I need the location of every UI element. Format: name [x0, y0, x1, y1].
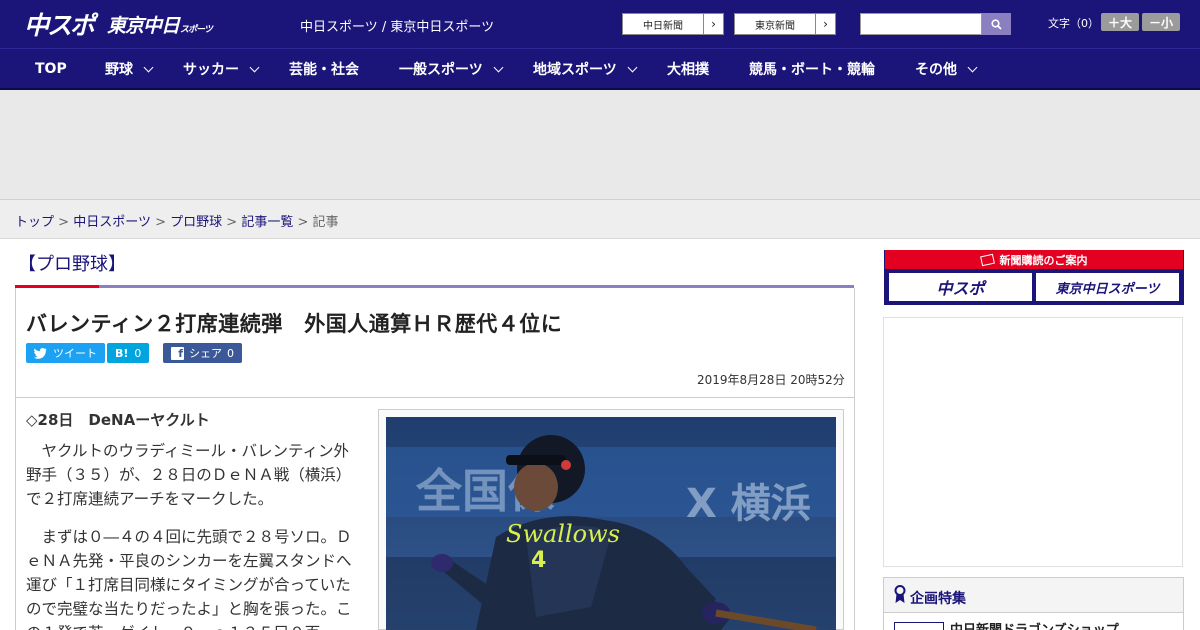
ribbon-award-icon — [894, 585, 906, 603]
chevron-down-icon — [627, 62, 638, 72]
feature-item-label[interactable]: 中日新聞ドラゴンズショップ — [950, 619, 1119, 630]
subscribe-tokyo-chunichi-button[interactable]: 東京中日スポーツ — [1036, 273, 1179, 301]
breadcrumb: トップ > 中日スポーツ > プロ野球 > 記事一覧 > 記事 — [15, 215, 339, 230]
chevron-right-icon: › — [815, 14, 835, 34]
nav-general-sports[interactable]: 一般スポーツ — [399, 49, 504, 89]
article-headline: バレンティン２打席連続弾 外国人通算ＨＲ歴代４位に — [26, 312, 563, 336]
nav-sumo[interactable]: 大相撲 — [667, 49, 709, 89]
nav-entertainment[interactable]: 芸能・社会 — [289, 49, 359, 89]
chunichi-shimbun-button[interactable]: 中日新聞 › — [622, 13, 724, 35]
hatena-bookmark-button[interactable]: B! 0 — [107, 343, 150, 363]
chevron-down-icon — [967, 62, 978, 72]
breadcrumb-home[interactable]: トップ — [15, 215, 54, 230]
nav-soccer[interactable]: サッカー — [183, 49, 260, 89]
site-links[interactable]: 中日スポーツ / 東京中日スポーツ — [300, 16, 494, 35]
chevron-down-icon — [249, 62, 260, 72]
facebook-icon: f — [171, 346, 184, 360]
hatena-count: 0 — [134, 346, 142, 360]
search-button[interactable] — [982, 13, 1011, 35]
batter-photo-illustration: 全国保 X 横浜 Swallows 4 — [386, 417, 836, 630]
facebook-share-button[interactable]: f シェア 0 — [163, 343, 242, 363]
breadcrumb-article-list[interactable]: 記事一覧 — [241, 215, 293, 230]
subscription-title: 新聞購読のご案内 — [885, 250, 1183, 269]
facebook-count: 0 — [227, 346, 234, 360]
breadcrumb-pro-baseball[interactable]: プロ野球 — [170, 215, 222, 230]
breadcrumb-current: 記事 — [312, 215, 339, 230]
article-photo[interactable]: 全国保 X 横浜 Swallows 4 — [386, 417, 836, 630]
font-size-label: 文字（0） — [1048, 17, 1099, 30]
breadcrumb-chunichi-sports[interactable]: 中日スポーツ — [73, 215, 151, 230]
site-logo[interactable]: 中スポ 東京中日スポーツ — [24, 8, 213, 40]
game-title: ◇28日 DeNAーヤクルト — [26, 411, 210, 429]
feature-item-thumbnail — [894, 622, 944, 630]
search-icon — [991, 18, 1002, 30]
font-larger-button[interactable]: ＋大 — [1101, 13, 1139, 31]
svg-text:X 横浜: X 横浜 — [686, 481, 811, 527]
article-paragraph: ヤクルトのウラディミール・バレンティン外野手（３５）が、２８日のＤｅＮＡ戦（横浜… — [26, 442, 352, 508]
nav-local-sports[interactable]: 地域スポーツ — [533, 49, 638, 89]
chevron-down-icon — [493, 62, 504, 72]
twitter-bird-icon — [34, 347, 47, 359]
search-input[interactable] — [860, 13, 982, 35]
nav-baseball[interactable]: 野球 — [105, 49, 154, 89]
top-ad-area — [0, 90, 1200, 200]
breadcrumb-bar: トップ > 中日スポーツ > プロ野球 > 記事一覧 > 記事 — [0, 200, 1200, 239]
hatena-icon: B! — [115, 346, 129, 360]
nav-racing[interactable]: 競馬・ボート・競輪 — [749, 49, 875, 89]
svg-text:Swallows: Swallows — [506, 520, 620, 548]
sidebar-ad-area — [883, 317, 1183, 567]
article-date: 2019年8月28日 20時52分 — [697, 373, 845, 387]
top-header: 中スポ 東京中日スポーツ 中日スポーツ / 東京中日スポーツ 中日新聞 › 東京… — [0, 0, 1200, 48]
tweet-button[interactable]: ツイート — [26, 343, 105, 363]
feature-section-title: 企画特集 — [910, 591, 966, 607]
chevron-right-icon: › — [703, 14, 723, 34]
tokyo-shimbun-button[interactable]: 東京新聞 › — [734, 13, 836, 35]
font-smaller-button[interactable]: －小 — [1142, 13, 1180, 31]
nav-others[interactable]: その他 — [915, 49, 978, 89]
article-paragraph: まずは０―４の４回に先頭で２８号ソロ。ＤｅＮＡ先発・平良のシンカーを左翼スタンド… — [26, 528, 352, 630]
newspaper-icon — [979, 253, 995, 266]
main-nav: TOP 野球 サッカー 芸能・社会 一般スポーツ 地域スポーツ 大相撲 競馬・ボ… — [0, 48, 1200, 90]
nav-top[interactable]: TOP — [35, 49, 67, 89]
subscribe-chunichi-sports-button[interactable]: 中スポ — [889, 273, 1032, 301]
logo-chunichi-sports: 中スポ — [24, 11, 95, 40]
logo-tokyo-chunichi: 東京中日スポーツ — [107, 14, 213, 37]
article-category: 【プロ野球】 — [18, 254, 126, 275]
chevron-down-icon — [143, 62, 154, 72]
svg-text:4: 4 — [531, 548, 546, 573]
